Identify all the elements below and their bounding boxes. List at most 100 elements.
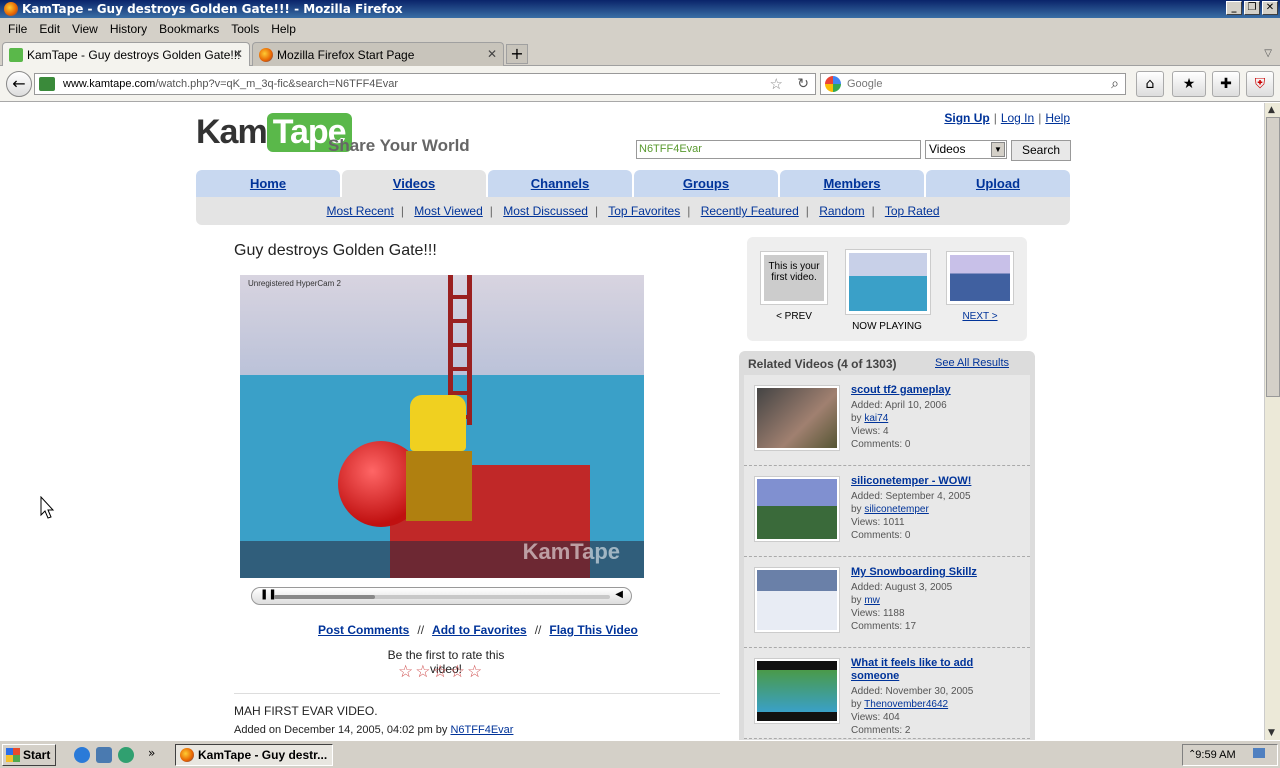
related-comments: Comments: 17 <box>851 621 917 632</box>
browser-search-bar[interactable]: Google ⌕ <box>820 73 1126 95</box>
site-search-input[interactable]: N6TFF4Evar <box>636 140 921 159</box>
list-item[interactable]: siliconetemper - WOW! Added: September 4… <box>744 466 1030 557</box>
related-by-label: by <box>851 699 862 710</box>
menu-bookmarks[interactable]: Bookmarks <box>159 22 219 36</box>
prev-label[interactable]: < PREV <box>776 311 812 322</box>
taskbar-firefox-item[interactable]: KamTape - Guy destr... <box>175 744 333 766</box>
uploader-link[interactable]: N6TFF4Evar <box>450 724 513 736</box>
subnav-most-recent[interactable]: Most Recent <box>326 204 393 218</box>
media-quicklaunch-icon[interactable] <box>118 747 134 763</box>
nav-tab-members[interactable]: Members <box>780 170 924 197</box>
menu-edit[interactable]: Edit <box>39 22 60 36</box>
nav-tab-label[interactable]: Channels <box>531 176 590 191</box>
menu-history[interactable]: History <box>110 22 147 36</box>
log-in-link[interactable]: Log In <box>1001 111 1034 125</box>
search-category-select[interactable]: Videos ▼ <box>925 140 1007 159</box>
nav-tab-upload[interactable]: Upload <box>926 170 1070 197</box>
dropdown-arrow-icon[interactable]: ▼ <box>991 142 1005 157</box>
tab-kamtape[interactable]: KamTape - Guy destroys Golden Gate!!! ✕ <box>2 42 250 66</box>
volume-icon[interactable]: ◀ <box>615 589 623 600</box>
related-user-link[interactable]: mw <box>864 595 880 606</box>
nav-tab-label[interactable]: Upload <box>976 176 1020 191</box>
related-thumbnail[interactable] <box>754 385 840 451</box>
prev-thumbnail[interactable]: This is your first video. <box>760 251 828 305</box>
menu-file[interactable]: File <box>8 22 27 36</box>
site-search-button[interactable]: Search <box>1011 140 1072 161</box>
seek-bar[interactable] <box>274 595 610 599</box>
rating-stars[interactable]: ☆☆☆☆☆ <box>398 662 484 682</box>
site-identity-icon[interactable] <box>39 77 55 91</box>
related-title[interactable]: siliconetemper - WOW! <box>851 475 1021 488</box>
nav-tab-label[interactable]: Home <box>250 176 286 191</box>
related-thumbnail[interactable] <box>754 567 840 633</box>
sign-up-link[interactable]: Sign Up <box>944 111 989 125</box>
menu-tools[interactable]: Tools <box>231 22 259 36</box>
tab-list-chevron-icon[interactable]: ▽ <box>1264 48 1272 59</box>
related-title[interactable]: scout tf2 gameplay <box>851 384 1021 397</box>
maximize-button[interactable]: ❐ <box>1244 1 1260 15</box>
new-tab-button[interactable]: + <box>506 44 528 64</box>
add-to-favorites-link[interactable]: Add to Favorites <box>432 623 527 637</box>
nav-tab-groups[interactable]: Groups <box>634 170 778 197</box>
bookmarks-button[interactable]: ★ <box>1172 71 1206 97</box>
close-window-button[interactable]: ✕ <box>1262 1 1278 15</box>
help-link[interactable]: Help <box>1045 111 1070 125</box>
scrollbar-thumb[interactable] <box>1266 117 1280 397</box>
next-thumbnail[interactable] <box>946 251 1014 305</box>
subnav-top-rated[interactable]: Top Rated <box>885 204 940 218</box>
nav-tab-channels[interactable]: Channels <box>488 170 632 197</box>
related-title[interactable]: My Snowboarding Skillz <box>851 566 1021 579</box>
nav-tab-label[interactable]: Videos <box>393 176 435 191</box>
home-button[interactable]: ⌂ <box>1136 71 1164 97</box>
nav-tab-label[interactable]: Groups <box>683 176 729 191</box>
subnav-recently-featured[interactable]: Recently Featured <box>701 204 799 218</box>
nav-tab-home[interactable]: Home <box>196 170 340 197</box>
reload-icon[interactable]: ↻ <box>797 75 809 92</box>
page-scrollbar[interactable]: ▲ ▼ <box>1264 103 1280 740</box>
subnav-random[interactable]: Random <box>819 204 864 218</box>
related-user-link[interactable]: kai74 <box>864 413 888 424</box>
prev-video[interactable]: This is your first video. < PREV <box>759 251 829 322</box>
start-button[interactable]: Start <box>2 744 56 766</box>
close-tab-icon[interactable]: ✕ <box>233 47 243 61</box>
related-added: Added: November 30, 2005 <box>851 686 974 697</box>
flag-video-link[interactable]: Flag This Video <box>549 623 637 637</box>
related-thumbnail[interactable] <box>754 476 840 542</box>
desktop-quicklaunch-icon[interactable] <box>96 747 112 763</box>
scroll-up-icon[interactable]: ▲ <box>1268 105 1275 115</box>
quicklaunch-more-icon[interactable]: » <box>148 746 155 760</box>
related-thumbnail[interactable] <box>754 658 840 724</box>
back-button[interactable]: ← <box>6 71 32 97</box>
related-title[interactable]: What it feels like to add someone <box>851 657 1021 683</box>
minimize-button[interactable]: _ <box>1226 1 1242 15</box>
network-icon[interactable] <box>1252 748 1265 758</box>
next-video[interactable]: NEXT > <box>945 251 1015 322</box>
subnav-top-favorites[interactable]: Top Favorites <box>608 204 680 218</box>
search-icon[interactable]: ⌕ <box>1111 75 1119 92</box>
tab-firefox-start[interactable]: Mozilla Firefox Start Page ✕ <box>252 42 504 66</box>
ie-quicklaunch-icon[interactable] <box>74 747 90 763</box>
menu-bar: File Edit View History Bookmarks Tools H… <box>0 18 1280 40</box>
menu-view[interactable]: View <box>72 22 98 36</box>
nav-tab-videos[interactable]: Videos <box>342 170 486 197</box>
post-comments-link[interactable]: Post Comments <box>318 623 409 637</box>
subnav-most-discussed[interactable]: Most Discussed <box>503 204 588 218</box>
google-engine-icon[interactable] <box>825 76 841 92</box>
list-item[interactable]: My Snowboarding Skillz Added: August 3, … <box>744 557 1030 648</box>
nav-tab-label[interactable]: Members <box>823 176 880 191</box>
addons-puzzle-icon[interactable]: ✚ <box>1212 71 1240 97</box>
see-all-results-link[interactable]: See All Results <box>935 357 1009 369</box>
list-item[interactable]: What it feels like to add someone Added:… <box>744 648 1030 739</box>
ublock-icon[interactable]: ⛨ <box>1246 71 1274 97</box>
close-tab-icon[interactable]: ✕ <box>487 47 497 61</box>
subnav-most-viewed[interactable]: Most Viewed <box>414 204 482 218</box>
scroll-down-icon[interactable]: ▼ <box>1268 728 1275 738</box>
url-bar[interactable]: www.kamtape.com/watch.php?v=qK_m_3q-fic&… <box>34 73 816 95</box>
next-label[interactable]: NEXT > <box>962 311 997 322</box>
menu-help[interactable]: Help <box>271 22 296 36</box>
list-item[interactable]: scout tf2 gameplay Added: April 10, 2006… <box>744 375 1030 466</box>
bookmark-star-icon[interactable]: ☆ <box>770 75 783 93</box>
related-user-link[interactable]: Thenovember4642 <box>864 699 948 710</box>
video-player[interactable]: Unregistered HyperCam 2 KamTape <box>240 275 644 578</box>
related-user-link[interactable]: siliconetemper <box>864 504 928 515</box>
